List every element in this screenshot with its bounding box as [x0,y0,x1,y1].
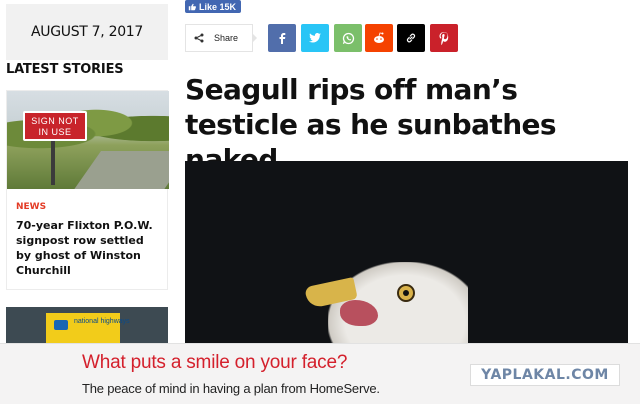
date-box: AUGUST 7, 2017 [6,4,168,60]
story-category[interactable]: NEWS [16,202,46,212]
whatsapp-icon [342,32,354,44]
reddit-share-button[interactable] [365,24,393,52]
story-card-2[interactable]: national highways [6,307,168,347]
pinterest-share-button[interactable] [430,24,458,52]
like-label: Like 15K [199,1,237,12]
share-icon [194,33,204,43]
reddit-icon [374,32,384,43]
sign-image: SIGN NOT IN USE [23,111,87,141]
latest-stories-heading: LATEST STORIES [6,62,124,77]
copy-link-button[interactable] [397,24,425,52]
watermark: YAPLAKAL.COM [470,364,620,386]
pinterest-icon [439,31,449,45]
link-icon [406,33,416,43]
highways-sign-text: national highways [74,318,130,325]
facebook-share-button[interactable] [268,24,296,52]
story-thumbnail[interactable]: SIGN NOT IN USE [7,91,169,189]
road-decoration [72,151,169,189]
date-label: AUGUST 7, 2017 [30,24,144,40]
ad-headline[interactable]: What puts a smile on your face? [82,352,347,374]
share-arrow-decoration [252,33,257,43]
highways-logo-icon [54,320,68,330]
twitter-share-button[interactable] [301,24,329,52]
story-title[interactable]: 70-year Flixton P.O.W. signpost row sett… [16,218,156,278]
seagull-pupil [403,290,409,296]
facebook-like-button[interactable]: Like 15K [185,0,241,13]
twitter-icon [309,33,321,43]
share-label: Share [214,33,239,43]
thumbs-up-icon [188,3,196,10]
whatsapp-share-button[interactable] [334,24,362,52]
sign-post [51,141,55,185]
facebook-icon [279,33,286,44]
share-button[interactable]: Share [185,24,253,52]
ad-subtext[interactable]: The peace of mind in having a plan from … [82,381,380,396]
